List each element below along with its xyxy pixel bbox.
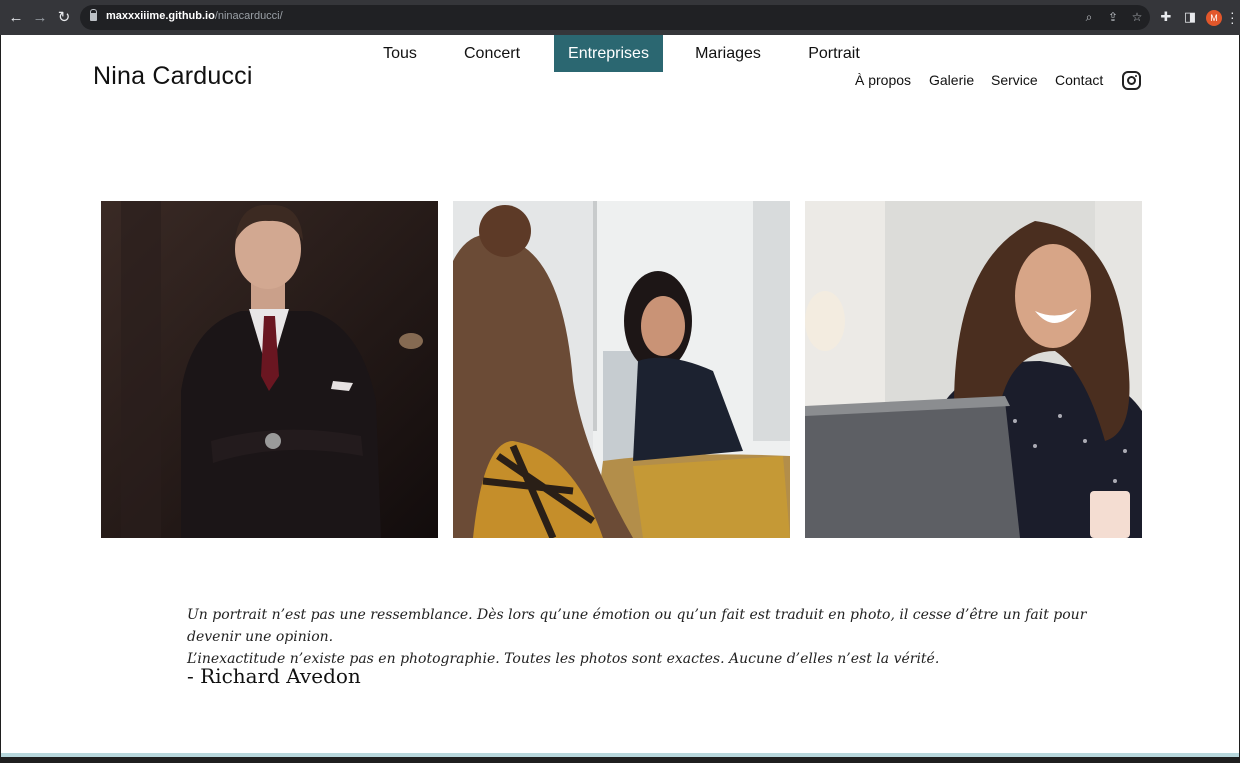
web-page: Nina Carducci À propos Galerie Service C… [1,35,1239,753]
photo-meeting-woman[interactable] [453,201,790,538]
filter-mariages[interactable]: Mariages [686,35,770,72]
back-icon[interactable]: ← [6,8,26,28]
filter-portrait[interactable]: Portrait [798,35,870,72]
instagram-icon[interactable] [1122,71,1141,90]
reload-icon[interactable]: ↻ [54,8,74,28]
nav-link-service[interactable]: Service [991,72,1038,88]
profile-avatar[interactable]: M [1206,10,1222,26]
bookmark-star-icon[interactable]: ☆ [1130,10,1144,24]
filter-entreprises[interactable]: Entreprises [554,35,663,72]
url-text[interactable]: maxxxiiime.github.io/ninacarducci/ [106,10,283,22]
url-host: maxxxiiime.github.io [106,10,215,22]
forward-icon[interactable]: → [30,8,50,28]
lock-icon[interactable] [90,9,97,21]
share-icon[interactable]: ⇪ [1106,10,1120,24]
sidepanel-icon[interactable]: ◨ [1182,9,1198,25]
site-brand[interactable]: Nina Carducci [93,62,253,91]
quote-block: Un portrait n’est pas une ressemblance. … [187,604,1087,670]
filter-tous[interactable]: Tous [373,35,427,72]
address-bar[interactable]: maxxxiiime.github.io/ninacarducci/ ⌕ ⇪ ☆ [80,5,1150,30]
filter-concert[interactable]: Concert [454,35,530,72]
page-bottom-border [1,753,1239,757]
menu-icon[interactable]: · · · [1230,5,1235,29]
quote-author: - Richard Avedon [187,664,361,688]
nav-link-contact[interactable]: Contact [1055,72,1103,88]
browser-toolbar: ← → ↻ maxxxiiime.github.io/ninacarducci/… [0,0,1240,35]
quote-line-1: Un portrait n’est pas une ressemblance. … [187,607,1087,645]
photo-laughing-woman-laptop[interactable] [805,201,1142,538]
nav-link-a-propos[interactable]: À propos [855,72,911,88]
url-path: /ninacarducci/ [214,10,283,22]
extensions-icon[interactable]: ✚ [1158,9,1174,25]
zoom-icon[interactable]: ⌕ [1082,10,1096,24]
nav-link-galerie[interactable]: Galerie [929,72,974,88]
photo-businessman[interactable] [101,201,438,538]
